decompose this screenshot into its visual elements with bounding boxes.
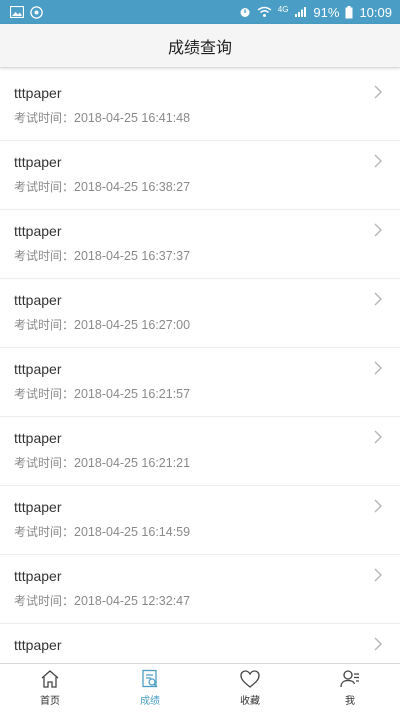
list-item[interactable]: tttpaper 考试时间：2018-04-25 16:14:59 <box>0 486 400 555</box>
exam-time: 考试时间：2018-04-25 12:32:47 <box>14 592 190 609</box>
battery-icon <box>345 5 353 19</box>
list-item[interactable]: tttpaper 考试时间：2018-04-25 16:37:37 <box>0 210 400 279</box>
exam-time-value: 2018-04-25 16:14:59 <box>74 525 191 539</box>
signal-icon <box>294 6 307 18</box>
chevron-right-icon <box>374 361 382 375</box>
paper-name: tttpaper <box>14 223 62 239</box>
exam-time: 考试时间：2018-04-25 16:14:59 <box>14 523 190 540</box>
chevron-right-icon <box>374 223 382 237</box>
home-icon <box>41 670 59 688</box>
page-title: 成绩查询 <box>167 37 232 57</box>
exam-time-label: 考试时间： <box>14 318 75 332</box>
tab-favorites-label: 收藏 <box>240 696 260 707</box>
list-item[interactable]: tttpaper <box>0 624 400 663</box>
status-left <box>10 5 43 19</box>
list-item[interactable]: tttpaper 考试时间：2018-04-25 16:38:27 <box>0 141 400 210</box>
chevron-right-icon <box>374 154 382 168</box>
paper-name: tttpaper <box>14 499 62 515</box>
bottom-tab-bar: 首页 成绩 收藏 我 <box>0 663 400 712</box>
exam-time-value: 2018-04-25 12:32:47 <box>74 594 191 608</box>
tab-home-label: 首页 <box>40 696 60 707</box>
paper-name: tttpaper <box>14 154 62 170</box>
exam-time-label: 考试时间： <box>14 180 75 194</box>
tab-me[interactable]: 我 <box>300 664 400 712</box>
exam-time-label: 考试时间： <box>14 594 75 608</box>
exam-time-value: 2018-04-25 16:21:57 <box>74 387 191 401</box>
chevron-right-icon <box>374 499 382 513</box>
tab-me-label: 我 <box>345 696 355 707</box>
paper-name: tttpaper <box>14 430 62 446</box>
paper-name: tttpaper <box>14 361 62 377</box>
alarm-icon <box>239 6 251 18</box>
score-record-list: tttpaper 考试时间：2018-04-25 16:41:48 tttpap… <box>0 72 400 663</box>
exam-time-label: 考试时间： <box>14 456 75 470</box>
exam-time: 考试时间：2018-04-25 16:41:48 <box>14 109 190 126</box>
app-header: 成绩查询 <box>0 24 400 68</box>
exam-time-label: 考试时间： <box>14 525 75 539</box>
user-icon <box>340 670 359 688</box>
paper-name: tttpaper <box>14 292 62 308</box>
paper-name: tttpaper <box>14 568 62 584</box>
heart-icon <box>240 670 260 688</box>
paper-name: tttpaper <box>14 637 62 653</box>
exam-time-value: 2018-04-25 16:41:48 <box>74 111 191 125</box>
gallery-notification-icon <box>10 6 24 18</box>
exam-time: 考试时间：2018-04-25 16:38:27 <box>14 178 190 195</box>
list-item[interactable]: tttpaper 考试时间：2018-04-25 12:32:47 <box>0 555 400 624</box>
exam-time: 考试时间：2018-04-25 16:21:57 <box>14 385 190 402</box>
list-item[interactable]: tttpaper 考试时间：2018-04-25 16:21:57 <box>0 348 400 417</box>
network-type: 4G <box>277 4 289 14</box>
status-bar: 4G 91% 10:09 <box>0 0 400 24</box>
exam-time-label: 考试时间： <box>14 111 75 125</box>
exam-time: 考试时间：2018-04-25 16:27:00 <box>14 316 190 333</box>
chevron-right-icon <box>374 568 382 582</box>
chevron-right-icon <box>374 85 382 99</box>
battery-percent: 91% <box>313 4 340 20</box>
chevron-right-icon <box>374 292 382 306</box>
exam-time: 考试时间：2018-04-25 16:21:21 <box>14 454 190 471</box>
tab-home[interactable]: 首页 <box>0 664 100 712</box>
wifi-icon <box>257 6 272 18</box>
tab-score[interactable]: 成绩 <box>100 664 200 712</box>
list-item[interactable]: tttpaper 考试时间：2018-04-25 16:27:00 <box>0 279 400 348</box>
chevron-right-icon <box>374 637 382 651</box>
list-item[interactable]: tttpaper 考试时间：2018-04-25 16:41:48 <box>0 72 400 141</box>
chevron-right-icon <box>374 430 382 444</box>
score-icon <box>142 669 158 688</box>
tab-score-label: 成绩 <box>140 696 160 707</box>
status-right: 4G 91% 10:09 <box>239 5 392 20</box>
exam-time-value: 2018-04-25 16:27:00 <box>74 318 191 332</box>
exam-time-value: 2018-04-25 16:37:37 <box>74 249 191 263</box>
exam-time-value: 2018-04-25 16:38:27 <box>74 180 191 194</box>
exam-time: 考试时间：2018-04-25 16:37:37 <box>14 247 190 264</box>
paper-name: tttpaper <box>14 85 62 101</box>
exam-time-label: 考试时间： <box>14 387 75 401</box>
exam-time-value: 2018-04-25 16:21:21 <box>74 456 191 470</box>
tab-favorites[interactable]: 收藏 <box>200 664 300 712</box>
app-notification-icon <box>30 5 43 19</box>
exam-time-label: 考试时间： <box>14 249 75 263</box>
clock: 10:09 <box>359 4 392 20</box>
list-item[interactable]: tttpaper 考试时间：2018-04-25 16:21:21 <box>0 417 400 486</box>
